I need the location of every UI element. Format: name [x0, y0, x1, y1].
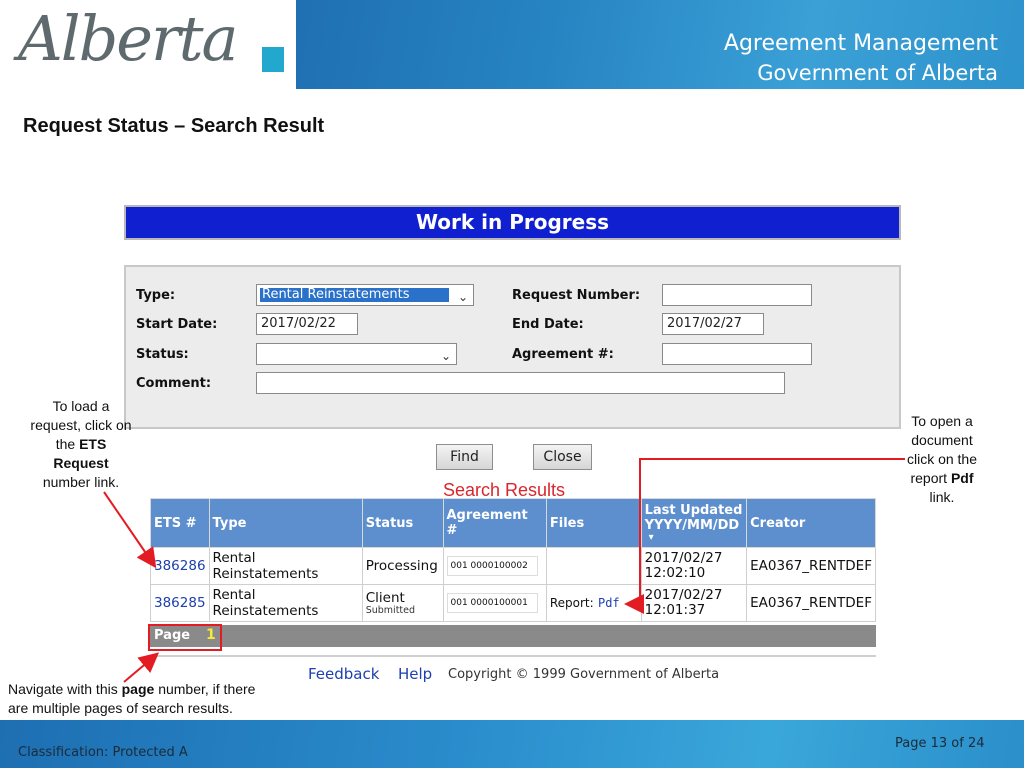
slide-footer: [0, 720, 1024, 768]
arrow-to-page-number: [123, 652, 160, 683]
classification-label: Classification: Protected A: [18, 745, 188, 760]
page-counter: Page 13 of 24: [895, 736, 985, 751]
arrow-to-ets-link: [103, 491, 157, 569]
annotation-arrows: [103, 458, 905, 683]
arrow-to-pdf-link: [624, 458, 905, 614]
